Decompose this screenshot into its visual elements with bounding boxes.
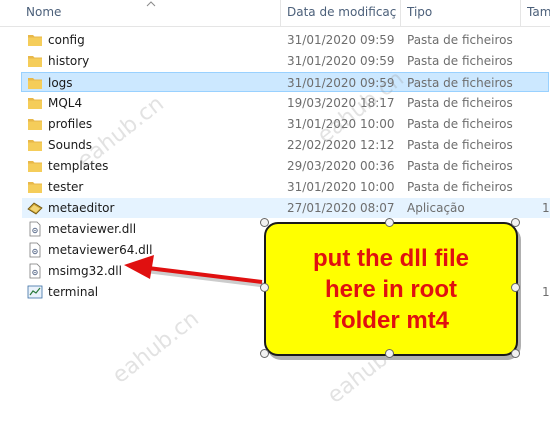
column-header: Nome Data de modificaç… Tipo Tam	[0, 0, 550, 27]
file-date: 31/01/2020 09:59	[287, 54, 395, 68]
dll-file-icon	[29, 242, 41, 258]
file-type: Pasta de ficheiros	[407, 76, 513, 90]
folder-icon	[28, 35, 42, 46]
column-size[interactable]: Tam	[527, 0, 550, 26]
folder-icon	[28, 98, 42, 109]
file-size: 1	[542, 201, 550, 215]
folder-icon	[28, 182, 42, 193]
file-row[interactable]: tester 31/01/2020 10:00 Pasta de ficheir…	[22, 177, 550, 197]
callout-resize-handle	[260, 218, 269, 227]
callout-resize-handle	[385, 349, 394, 358]
file-date: 31/01/2020 09:59	[287, 33, 395, 47]
pointer-arrow-icon	[124, 255, 265, 288]
column-separator[interactable]	[280, 0, 281, 26]
file-name: metaviewer.dll	[48, 222, 137, 236]
callout-resize-handle	[260, 349, 269, 358]
column-date-modified[interactable]: Data de modificaç…	[287, 0, 397, 26]
file-name: logs	[48, 76, 73, 90]
file-row[interactable]: history 31/01/2020 09:59 Pasta de fichei…	[22, 51, 550, 71]
file-type: Pasta de ficheiros	[407, 54, 513, 68]
watermark: eahub.cn	[108, 306, 204, 389]
dll-file-icon	[29, 221, 41, 237]
file-row[interactable]: MQL4 19/03/2020 18:17 Pasta de ficheiros	[22, 93, 550, 113]
file-type: Pasta de ficheiros	[407, 117, 513, 131]
file-type: Pasta de ficheiros	[407, 138, 513, 152]
file-date: 31/01/2020 10:00	[287, 180, 395, 194]
file-name: config	[48, 33, 85, 47]
file-type: Pasta de ficheiros	[407, 96, 513, 110]
folder-icon	[28, 78, 42, 89]
sort-chevron-up-icon[interactable]	[146, 0, 156, 8]
folder-icon	[28, 161, 42, 172]
callout-resize-handle	[511, 218, 520, 227]
callout-resize-handle	[260, 283, 269, 292]
column-type[interactable]: Tipo	[407, 0, 517, 26]
column-separator[interactable]	[400, 0, 401, 26]
file-name: tester	[48, 180, 84, 194]
callout-resize-handle	[511, 283, 520, 292]
column-separator[interactable]	[520, 0, 521, 26]
callout-resize-handle	[385, 218, 394, 227]
file-type: Pasta de ficheiros	[407, 180, 513, 194]
column-name[interactable]: Nome	[26, 0, 136, 26]
dll-file-icon	[29, 263, 41, 279]
file-name: history	[48, 54, 90, 68]
file-name: metaeditor	[48, 201, 115, 215]
file-date: 27/01/2020 08:07	[287, 201, 395, 215]
file-type: Pasta de ficheiros	[407, 159, 513, 173]
file-name: profiles	[48, 117, 93, 131]
file-size: 1	[542, 285, 550, 299]
file-row[interactable]: config 31/01/2020 09:59 Pasta de ficheir…	[22, 30, 550, 50]
folder-icon	[28, 140, 42, 151]
callout-text: put the dll file here in root folder mt4	[313, 244, 469, 334]
file-row[interactable]: metaeditor 27/01/2020 08:07 Aplicação 1	[22, 198, 550, 218]
terminal-icon	[27, 285, 43, 299]
annotation-callout: put the dll file here in root folder mt4	[264, 222, 518, 356]
folder-icon	[28, 119, 42, 130]
file-type: Aplicação	[407, 201, 465, 215]
metaeditor-icon	[27, 202, 43, 215]
file-date: 22/02/2020 12:12	[287, 138, 395, 152]
callout-resize-handle	[511, 349, 520, 358]
file-row-selected[interactable]: logs 31/01/2020 09:59 Pasta de ficheiros	[21, 72, 549, 92]
file-type: Pasta de ficheiros	[407, 33, 513, 47]
folder-icon	[28, 56, 42, 67]
file-date: 29/03/2020 00:36	[287, 159, 395, 173]
